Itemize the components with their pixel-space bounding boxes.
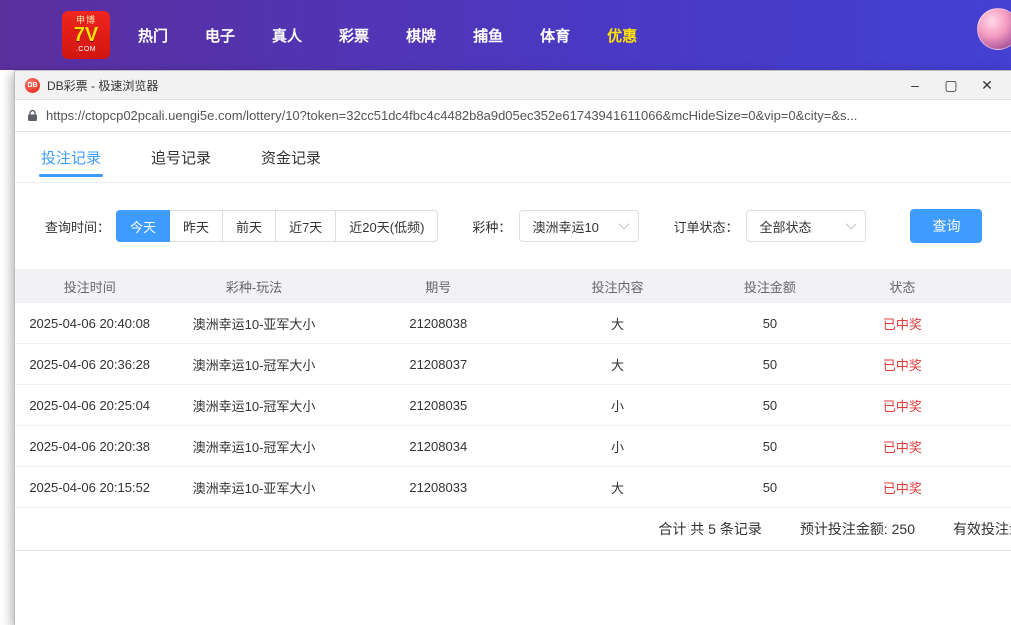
order-status-select[interactable]: 全部状态 — [746, 210, 866, 242]
bet-content-cell: 大 — [533, 478, 702, 497]
order-status-label: 订单状态： — [673, 217, 738, 236]
site-logo[interactable]: 申博 7V .COM — [62, 11, 110, 59]
issue-number-cell: 21208034 — [344, 439, 533, 454]
table-row: 2025-04-06 20:40:08澳洲幸运10-亚军大小21208038大5… — [15, 303, 1011, 344]
nav-item-8[interactable]: 优惠 — [607, 25, 637, 46]
table-row: 2025-04-06 20:25:04澳洲幸运10-冠军大小21208035小5… — [15, 385, 1011, 426]
bet-time-cell: 2025-04-06 20:20:38 — [15, 439, 164, 454]
lottery-select-value: 澳洲幸运10 — [532, 217, 598, 236]
summary-bar: 合计 共 5 条记录 预计投注金额: 250 有效投注金额 — [15, 508, 1011, 551]
nav-item-4[interactable]: 彩票 — [339, 25, 369, 46]
bet-amount-cell: 50 — [702, 398, 837, 413]
time-filter-option-4[interactable]: 近7天 — [275, 210, 336, 242]
bet-time-cell: 2025-04-06 20:15:52 — [15, 480, 164, 495]
game-play-cell: 澳洲幸运10-冠军大小 — [164, 396, 343, 415]
record-tabs: 投注记录追号记录资金记录 — [15, 132, 1011, 183]
lock-icon — [27, 109, 38, 122]
tab-2[interactable]: 追号记录 — [151, 132, 211, 182]
chevron-down-icon — [846, 218, 857, 229]
bet-time-cell: 2025-04-06 20:25:04 — [15, 398, 164, 413]
issue-number-cell: 21208033 — [344, 480, 533, 495]
status-cell: 已中奖 — [838, 314, 967, 333]
bet-amount-cell: 50 — [702, 439, 837, 454]
table-row: 2025-04-06 20:15:52澳洲幸运10-亚军大小21208033大5… — [15, 467, 1011, 508]
nav-item-1[interactable]: 热门 — [138, 25, 168, 46]
chevron-down-icon — [619, 218, 630, 229]
bet-time-cell: 2025-04-06 20:40:08 — [15, 316, 164, 331]
order-status-value: 全部状态 — [759, 217, 811, 236]
window-title: DB彩票 - 极速浏览器 — [47, 77, 158, 94]
expected-bet-amount: 预计投注金额: 250 — [800, 519, 915, 539]
valid-bet-amount: 有效投注金额 — [953, 519, 1011, 539]
column-header-5: 投注金额 — [702, 277, 837, 296]
nav-item-2[interactable]: 电子 — [205, 25, 235, 46]
column-header-4: 投注内容 — [533, 277, 702, 296]
filter-bar: 查询时间： 今天昨天前天近7天近20天(低频) 彩种： 澳洲幸运10 订单状态：… — [15, 183, 1011, 269]
column-header-6: 状态 — [838, 277, 967, 296]
tab-3[interactable]: 资金记录 — [261, 132, 321, 182]
issue-number-cell: 21208038 — [344, 316, 533, 331]
app-icon: DB — [25, 78, 40, 93]
table-body: 2025-04-06 20:40:08澳洲幸运10-亚军大小21208038大5… — [15, 303, 1011, 508]
main-nav: 热门 电子 真人 彩票 棋牌 捕鱼 体育 优惠 — [138, 25, 637, 46]
issue-number-cell: 21208035 — [344, 398, 533, 413]
game-play-cell: 澳洲幸运10-亚军大小 — [164, 314, 343, 333]
search-button[interactable]: 查询 — [910, 209, 982, 243]
column-header-3: 期号 — [344, 277, 533, 296]
window-titlebar: DB DB彩票 - 极速浏览器 – ▢ ✕ — [15, 71, 1011, 100]
nav-item-5[interactable]: 棋牌 — [406, 25, 436, 46]
nav-item-3[interactable]: 真人 — [272, 25, 302, 46]
lottery-filter-label: 彩种： — [472, 217, 511, 236]
bet-amount-cell: 50 — [702, 480, 837, 495]
bet-content-cell: 小 — [533, 437, 702, 456]
game-play-cell: 澳洲幸运10-冠军大小 — [164, 437, 343, 456]
nav-item-6[interactable]: 捕鱼 — [473, 25, 503, 46]
top-navbar: 申博 7V .COM 热门 电子 真人 彩票 棋牌 捕鱼 体育 优惠 — [0, 0, 1011, 70]
user-avatar[interactable] — [977, 8, 1011, 50]
bet-content-cell: 大 — [533, 314, 702, 333]
browser-window: DB DB彩票 - 极速浏览器 – ▢ ✕ https://ctopcp02pc… — [14, 70, 1011, 625]
column-header-1: 投注时间 — [15, 277, 164, 296]
bet-table: 投注时间彩种-玩法期号投注内容投注金额状态 2025-04-06 20:40:0… — [15, 269, 1011, 508]
lottery-select[interactable]: 澳洲幸运10 — [519, 210, 639, 242]
tab-1[interactable]: 投注记录 — [41, 132, 101, 182]
status-cell: 已中奖 — [838, 478, 967, 497]
game-play-cell: 澳洲幸运10-冠军大小 — [164, 355, 343, 374]
bet-amount-cell: 50 — [702, 357, 837, 372]
minimize-button[interactable]: – — [897, 72, 933, 98]
bet-amount-cell: 50 — [702, 316, 837, 331]
status-cell: 已中奖 — [838, 437, 967, 456]
status-cell: 已中奖 — [838, 396, 967, 415]
bet-time-cell: 2025-04-06 20:36:28 — [15, 357, 164, 372]
bet-content-cell: 大 — [533, 355, 702, 374]
column-header-2: 彩种-玩法 — [164, 277, 343, 296]
time-filter-group: 今天昨天前天近7天近20天(低频) — [116, 210, 438, 242]
time-filter-option-1[interactable]: 今天 — [116, 210, 170, 242]
time-filter-label: 查询时间： — [45, 217, 110, 236]
issue-number-cell: 21208037 — [344, 357, 533, 372]
bet-content-cell: 小 — [533, 396, 702, 415]
game-play-cell: 澳洲幸运10-亚军大小 — [164, 478, 343, 497]
close-button[interactable]: ✕ — [969, 72, 1005, 98]
status-cell: 已中奖 — [838, 355, 967, 374]
table-row: 2025-04-06 20:36:28澳洲幸运10-冠军大小21208037大5… — [15, 344, 1011, 385]
time-filter-option-3[interactable]: 前天 — [222, 210, 276, 242]
nav-item-7[interactable]: 体育 — [540, 25, 570, 46]
total-records: 合计 共 5 条记录 — [658, 519, 761, 539]
time-filter-option-2[interactable]: 昨天 — [169, 210, 223, 242]
logo-text-bottom: .COM — [76, 45, 96, 54]
logo-text-main: 7V — [74, 25, 98, 45]
address-bar[interactable]: https://ctopcp02pcali.uengi5e.com/lotter… — [15, 100, 1011, 132]
table-row: 2025-04-06 20:20:38澳洲幸运10-冠军大小21208034小5… — [15, 426, 1011, 467]
time-filter-option-5[interactable]: 近20天(低频) — [335, 210, 438, 242]
url-text: https://ctopcp02pcali.uengi5e.com/lotter… — [46, 108, 857, 123]
table-header-row: 投注时间彩种-玩法期号投注内容投注金额状态 — [15, 269, 1011, 303]
maximize-button[interactable]: ▢ — [933, 72, 969, 98]
